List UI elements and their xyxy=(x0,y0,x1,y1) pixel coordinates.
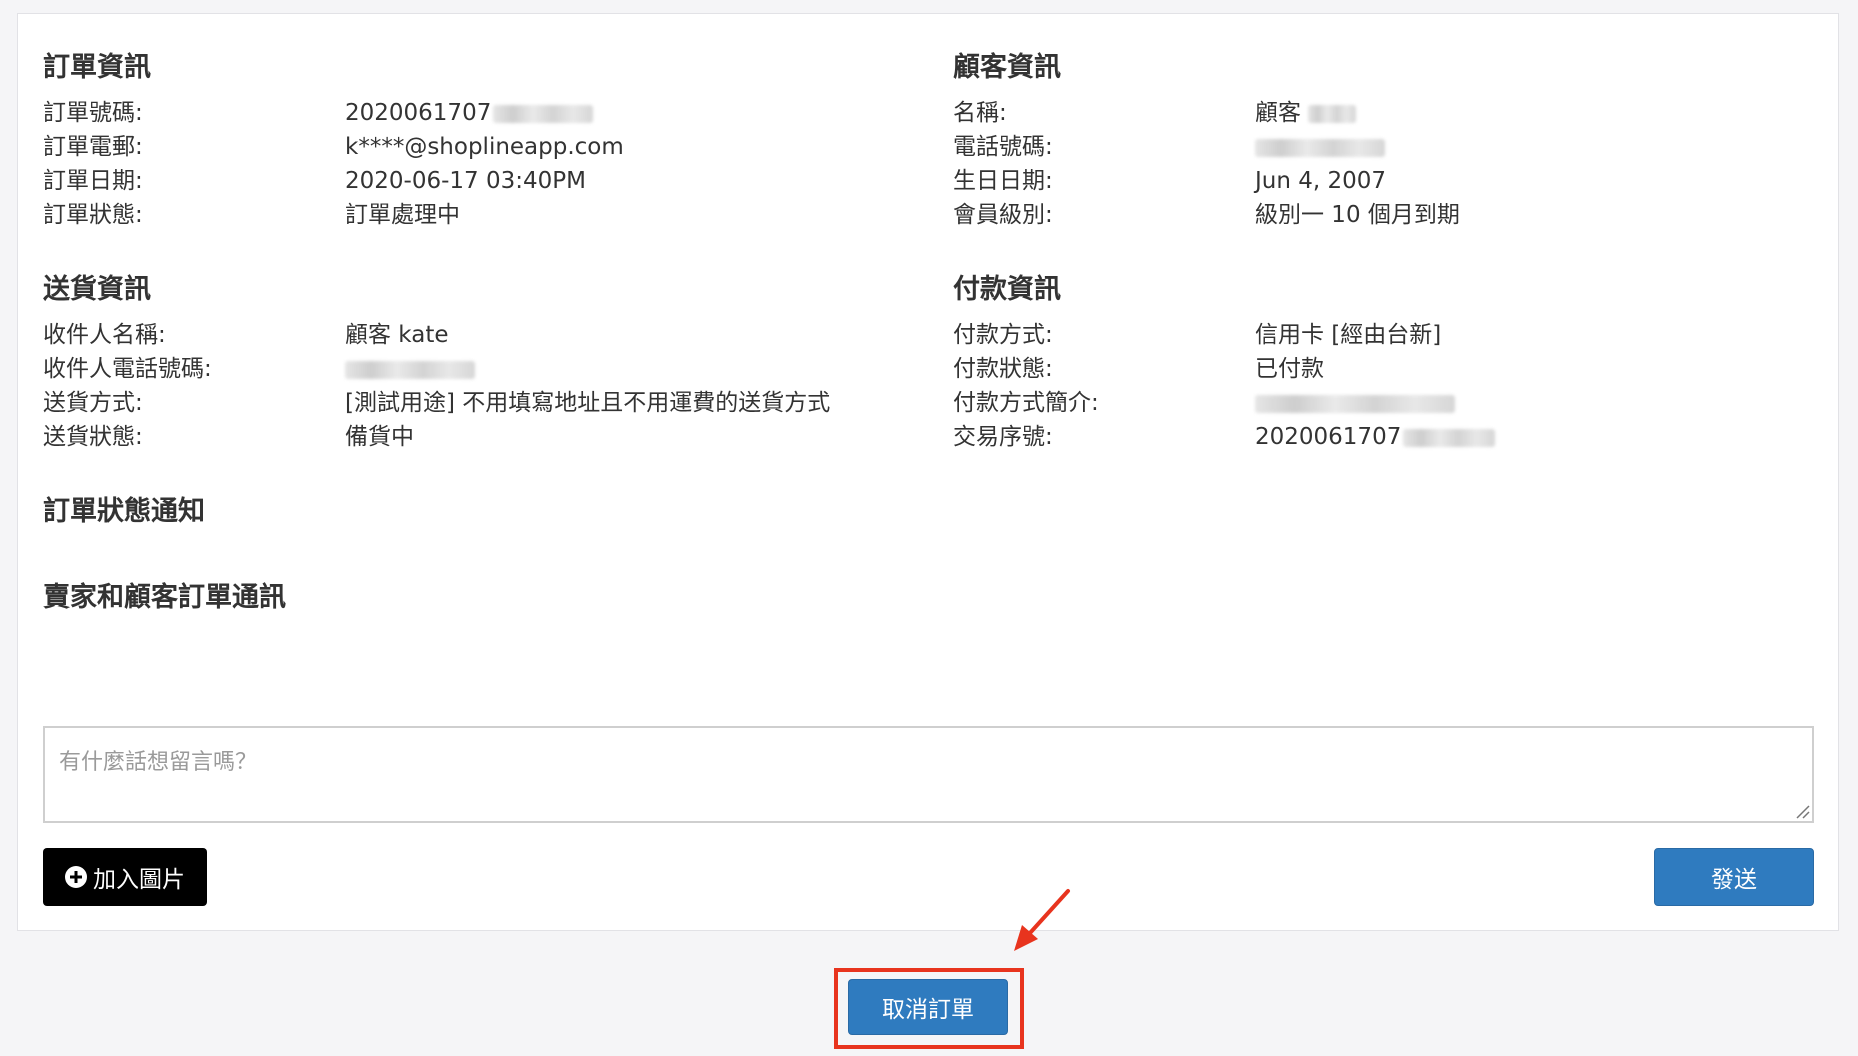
payment-method-value: 信用卡 [經由台新] xyxy=(1255,322,1442,348)
payment-description-value xyxy=(1255,386,1455,420)
customer-info-section: 顧客資訊 名稱: 顧客 電話號碼: 生日日期: Jun 4, 2007 會員級別… xyxy=(953,48,1833,232)
order-email-value: k****@shoplineapp.com xyxy=(345,134,624,160)
membership-tier-label: 會員級別: xyxy=(953,202,1053,228)
redacted-mask xyxy=(1308,104,1357,123)
message-input[interactable] xyxy=(45,728,1812,821)
delivery-status-value: 備貨中 xyxy=(345,424,414,450)
delivery-method-label: 送貨方式: xyxy=(43,390,143,416)
resize-handle-icon[interactable] xyxy=(1794,803,1810,819)
order-status-label: 訂單狀態: xyxy=(43,202,143,228)
customer-name-value: 顧客 xyxy=(1255,96,1357,130)
payment-description-row: 付款方式簡介: xyxy=(953,386,1833,420)
delivery-method-row: 送貨方式: [測試用途] 不用填寫地址且不用運費的送貨方式 xyxy=(43,386,923,420)
customer-info-title: 顧客資訊 xyxy=(953,52,1061,83)
recipient-name-value: 顧客 kate xyxy=(345,322,449,348)
order-date-label: 訂單日期: xyxy=(43,168,143,194)
recipient-name-row: 收件人名稱: 顧客 kate xyxy=(43,318,923,352)
delivery-info-title: 送貨資訊 xyxy=(43,274,151,305)
payment-status-label: 付款狀態: xyxy=(953,356,1053,382)
annotation-arrow-icon xyxy=(1014,889,1070,951)
customer-birthday-value: Jun 4, 2007 xyxy=(1255,168,1387,194)
redacted-mask xyxy=(493,104,594,123)
order-status-row: 訂單狀態: 訂單處理中 xyxy=(43,198,923,232)
message-box xyxy=(43,726,1814,823)
customer-phone-value xyxy=(1255,130,1385,164)
membership-tier-row: 會員級別: 級別一 10 個月到期 xyxy=(953,198,1833,232)
payment-status-value: 已付款 xyxy=(1255,356,1324,382)
order-status-notification-title: 訂單狀態通知 xyxy=(43,496,205,527)
send-label: 發送 xyxy=(1711,867,1757,893)
cancel-order-button[interactable]: 取消訂單 xyxy=(848,979,1008,1035)
plus-circle-icon xyxy=(65,866,87,888)
recipient-phone-label: 收件人電話號碼: xyxy=(43,356,212,382)
customer-phone-row: 電話號碼: xyxy=(953,130,1833,164)
delivery-status-label: 送貨狀態: xyxy=(43,424,143,450)
order-detail-panel: 訂單資訊 訂單號碼: 2020061707 訂單電郵: k****@shopli… xyxy=(17,13,1839,931)
order-date-value: 2020-06-17 03:40PM xyxy=(345,168,586,194)
membership-tier-value: 級別一 10 個月到期 xyxy=(1255,202,1460,228)
redacted-mask xyxy=(1403,428,1496,447)
order-number-row: 訂單號碼: 2020061707 xyxy=(43,96,923,130)
customer-phone-label: 電話號碼: xyxy=(953,134,1053,160)
redacted-mask xyxy=(345,360,475,379)
order-info-title: 訂單資訊 xyxy=(43,52,151,83)
customer-name-label: 名稱: xyxy=(953,100,1007,126)
order-number-value: 2020061707 xyxy=(345,96,594,130)
customer-birthday-label: 生日日期: xyxy=(953,168,1053,194)
payment-method-row: 付款方式: 信用卡 [經由台新] xyxy=(953,318,1833,352)
redacted-mask xyxy=(1255,394,1455,413)
payment-info-title: 付款資訊 xyxy=(953,274,1061,305)
transaction-number-row: 交易序號: 2020061707 xyxy=(953,420,1833,454)
delivery-status-row: 送貨狀態: 備貨中 xyxy=(43,420,923,454)
payment-info-section: 付款資訊 付款方式: 信用卡 [經由台新] 付款狀態: 已付款 付款方式簡介: … xyxy=(953,270,1833,454)
recipient-phone-row: 收件人電話號碼: xyxy=(43,352,923,386)
messaging-title: 賣家和顧客訂單通訊 xyxy=(43,582,286,613)
customer-name-row: 名稱: 顧客 xyxy=(953,96,1833,130)
order-info-section: 訂單資訊 訂單號碼: 2020061707 訂單電郵: k****@shopli… xyxy=(43,48,923,232)
recipient-name-label: 收件人名稱: xyxy=(43,322,166,348)
cancel-order-label: 取消訂單 xyxy=(882,997,974,1023)
order-number-label: 訂單號碼: xyxy=(43,100,143,126)
order-email-row: 訂單電郵: k****@shoplineapp.com xyxy=(43,130,923,164)
order-date-row: 訂單日期: 2020-06-17 03:40PM xyxy=(43,164,923,198)
payment-status-row: 付款狀態: 已付款 xyxy=(953,352,1833,386)
order-status-value: 訂單處理中 xyxy=(345,202,460,228)
recipient-phone-value xyxy=(345,352,475,386)
add-image-button[interactable]: 加入圖片 xyxy=(43,848,207,906)
send-button[interactable]: 發送 xyxy=(1654,848,1814,906)
add-image-label: 加入圖片 xyxy=(93,867,185,893)
payment-description-label: 付款方式簡介: xyxy=(953,390,1099,416)
delivery-method-value: [測試用途] 不用填寫地址且不用運費的送貨方式 xyxy=(345,390,831,416)
payment-method-label: 付款方式: xyxy=(953,322,1053,348)
transaction-number-label: 交易序號: xyxy=(953,424,1053,450)
delivery-info-section: 送貨資訊 收件人名稱: 顧客 kate 收件人電話號碼: 送貨方式: [測試用途… xyxy=(43,270,923,454)
redacted-mask xyxy=(1255,138,1385,157)
customer-birthday-row: 生日日期: Jun 4, 2007 xyxy=(953,164,1833,198)
transaction-number-value: 2020061707 xyxy=(1255,420,1496,454)
order-email-label: 訂單電郵: xyxy=(43,134,143,160)
